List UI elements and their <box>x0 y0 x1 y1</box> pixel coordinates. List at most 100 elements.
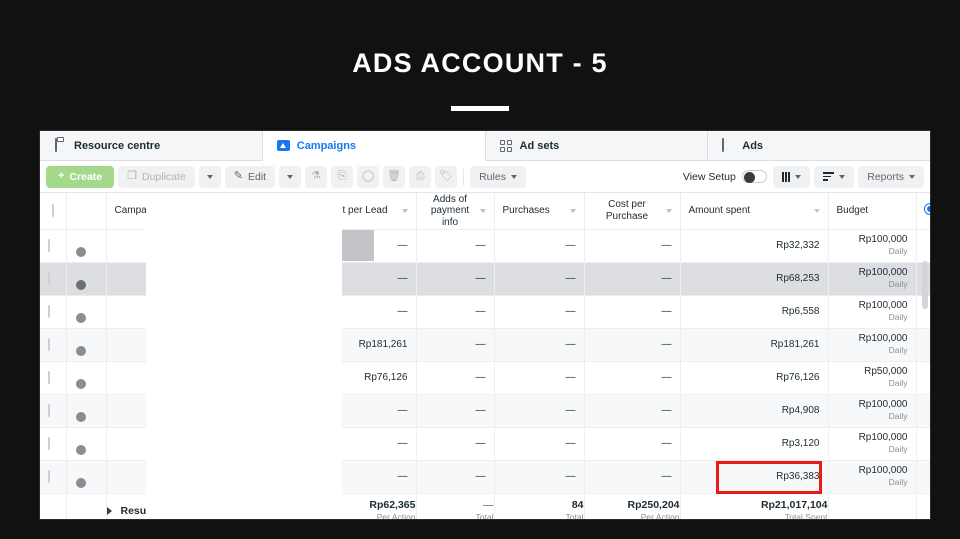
reports-button[interactable]: Reports <box>858 165 924 188</box>
row-status-cell[interactable] <box>66 427 107 461</box>
table-row[interactable]: — — — — Rp32,332 Rp100,000 Daily <box>40 229 930 263</box>
summary-label-cell[interactable]: Results from 194 campaigns i <box>106 492 335 519</box>
columns-button[interactable] <box>772 165 811 188</box>
header-adds-of-payment-info[interactable]: Adds of payment info <box>416 193 495 230</box>
header-amount-spent[interactable]: Amount spent <box>680 193 829 230</box>
table-row[interactable]: — — — — Rp36,383 Rp100,000 Daily <box>40 460 930 494</box>
reports-label: Reports <box>867 170 904 183</box>
row-checkbox[interactable] <box>48 470 50 483</box>
tab-ads[interactable]: Ads <box>708 131 930 161</box>
row-checkbox-cell[interactable] <box>40 262 67 296</box>
row-checkbox-cell[interactable] <box>40 460 67 494</box>
row-checkbox[interactable] <box>48 338 50 351</box>
edit-button[interactable]: ✎ Edit <box>224 165 276 188</box>
row-campaign-name[interactable] <box>106 427 307 461</box>
row-status-cell[interactable] <box>66 394 107 428</box>
row-checkbox-cell[interactable] <box>40 427 67 461</box>
tag-icon[interactable]: 🏷 <box>435 165 458 188</box>
row-campaign-name[interactable] <box>106 328 307 362</box>
vertical-scrollbar[interactable] <box>922 261 928 309</box>
cell-budget: Rp100,000 Daily <box>828 295 917 329</box>
row-campaign-name[interactable] <box>106 295 307 329</box>
row-campaign-name[interactable] <box>106 229 307 263</box>
header-label: Amount spent <box>688 205 751 216</box>
table-row[interactable]: — — — — Rp6,558 Rp100,000 Daily <box>40 295 930 329</box>
cell-cost-per-purchase: — <box>584 394 681 428</box>
tab-label: Ads <box>742 139 764 152</box>
row-checkbox-cell[interactable] <box>40 295 67 329</box>
duplicate-button[interactable]: ❐ Duplicate <box>118 165 195 188</box>
create-button[interactable]: + Create <box>46 165 115 188</box>
page-title: ADS ACCOUNT - 5 <box>0 48 960 79</box>
row-status-cell[interactable] <box>66 295 107 329</box>
row-campaign-name[interactable] <box>106 394 307 428</box>
tab-campaigns[interactable]: Campaigns <box>262 131 486 161</box>
cell-purchases: — <box>494 394 585 428</box>
header-campaign-name[interactable]: Campaign name <box>106 193 307 230</box>
row-status-cell[interactable] <box>66 328 107 362</box>
duplicate-dropdown-button[interactable] <box>198 165 221 188</box>
header-select-all[interactable] <box>40 193 67 230</box>
row-status-cell[interactable] <box>66 229 107 263</box>
header-purchases[interactable]: Purchases <box>494 193 585 230</box>
header-budget[interactable]: Budget <box>828 193 917 230</box>
table-body: — — — — Rp32,332 Rp100,000 Daily — — — — Rp68,253 Rp… <box>40 229 930 494</box>
campaign-icon <box>276 139 290 152</box>
row-checkbox-cell[interactable] <box>40 361 67 395</box>
table-footer: Results from 194 campaigns i Rp62,365 Pe… <box>40 492 930 519</box>
row-checkbox[interactable] <box>48 437 50 450</box>
view-setup-toggle[interactable] <box>741 170 767 183</box>
row-end-cell <box>916 229 930 263</box>
header-label: Campaign name <box>114 205 188 216</box>
add-column-icon[interactable] <box>916 193 930 230</box>
row-checkbox[interactable] <box>48 305 50 318</box>
table-row[interactable]: Rp181,261— — — Rp181,261 Rp100,000 Daily <box>40 328 930 362</box>
table-header: Campaign name t per Lead Adds of payment… <box>40 193 930 230</box>
chevron-right-icon[interactable] <box>106 507 112 515</box>
breakdown-icon <box>823 172 835 181</box>
copy-icon[interactable]: ⎘ <box>331 165 354 188</box>
table-row[interactable]: — — — — Rp4,908 Rp100,000 Daily <box>40 394 930 428</box>
tab-ad-sets[interactable]: Ad sets <box>485 131 709 161</box>
campaigns-table-wrapper: Campaign name t per Lead Adds of payment… <box>40 193 930 519</box>
row-checkbox-cell[interactable] <box>40 394 67 428</box>
cell-budget: Rp100,000 Daily <box>828 394 917 428</box>
cell-adds-of-payment-info: — <box>416 427 495 461</box>
select-all-checkbox[interactable] <box>51 204 54 218</box>
cell-adds-of-payment-info: — <box>416 262 495 296</box>
chevron-down-icon <box>206 174 213 179</box>
row-campaign-name[interactable] <box>106 361 307 395</box>
row-checkbox-cell[interactable] <box>40 328 67 362</box>
row-campaign-name[interactable] <box>106 262 307 296</box>
tab-bar: Resource centre Campaigns Ad sets Ads <box>40 131 930 161</box>
row-sort-cell <box>306 328 335 362</box>
cell-adds-of-payment-info: — <box>416 361 495 395</box>
row-checkbox[interactable] <box>48 371 50 384</box>
ab-test-icon[interactable]: ⚗ <box>305 165 328 188</box>
row-checkbox[interactable] <box>48 239 50 252</box>
row-campaign-name[interactable] <box>106 460 307 494</box>
row-checkbox[interactable] <box>48 404 50 417</box>
breakdown-button[interactable] <box>814 165 855 188</box>
table-row[interactable]: Rp76,126— — — Rp76,126 Rp50,000 Daily <box>40 361 930 395</box>
edit-dropdown-button[interactable] <box>279 165 302 188</box>
info-icon[interactable]: i <box>271 506 282 516</box>
refresh-icon[interactable]: ◯ <box>357 165 380 188</box>
row-sort-cell <box>306 361 335 395</box>
header-sort[interactable] <box>306 193 335 230</box>
row-checkbox[interactable] <box>48 272 50 285</box>
cell-cost-per-purchase: — <box>584 262 681 296</box>
tab-resource-centre[interactable]: Resource centre <box>40 131 263 161</box>
row-status-cell[interactable] <box>66 361 107 395</box>
row-checkbox-cell[interactable] <box>40 229 67 263</box>
header-cost-per-purchase[interactable]: Cost per Purchase <box>584 193 681 230</box>
table-row[interactable]: — — — — Rp3,120 Rp100,000 Daily <box>40 427 930 461</box>
view-setup-control[interactable]: View Setup <box>683 170 767 183</box>
row-status-cell[interactable] <box>66 262 107 296</box>
rules-button[interactable]: Rules <box>470 165 526 188</box>
header-cost-per-lead[interactable]: t per Lead <box>334 193 417 230</box>
table-row[interactable]: — — — — Rp68,253 Rp100,000 Daily <box>40 262 930 296</box>
trash-icon[interactable]: 🗑 <box>383 165 406 188</box>
export-icon[interactable]: ⎙ <box>409 165 432 188</box>
row-status-cell[interactable] <box>66 460 107 494</box>
